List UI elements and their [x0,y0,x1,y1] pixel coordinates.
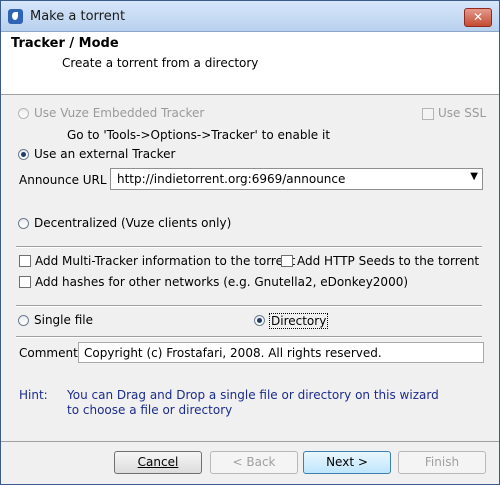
embedded-tracker-note: Go to 'Tools->Options->Tracker' to enabl… [67,128,331,142]
directory-radio[interactable] [254,315,265,326]
chevron-down-icon[interactable]: ▼ [470,171,478,182]
comment-value: Copyright (c) Frostafari, 2008. All righ… [84,346,382,360]
cancel-button[interactable]: Cancel [114,451,202,474]
vuze-app-icon [8,9,23,24]
single-file-radio[interactable] [18,315,29,326]
comment-input[interactable]: Copyright (c) Frostafari, 2008. All righ… [78,342,484,363]
hint-text-line2: to choose a file or directory [67,403,233,417]
make-torrent-window: Make a torrent ✕ Tracker / Mode Create a… [0,0,500,485]
decentralized-radio[interactable] [18,218,29,229]
use-ssl-checkbox[interactable] [422,108,434,120]
http-seeds-checkbox[interactable] [281,255,293,267]
page-title: Tracker / Mode [11,36,119,51]
comment-label: Comment [19,346,78,360]
announce-url-combobox[interactable]: http://indietorrent.org:6969/announce ▼ [110,168,483,190]
external-tracker-radio[interactable] [18,149,29,160]
announce-url-value: http://indietorrent.org:6969/announce [117,172,346,186]
embedded-tracker-label: Use Vuze Embedded Tracker [34,106,205,120]
use-ssl-label: Use SSL [438,106,487,120]
finish-button[interactable]: Finish [398,451,486,474]
page-subtitle: Create a torrent from a directory [62,56,259,70]
other-network-hashes-label: Add hashes for other networks (e.g. Gnut… [35,275,409,289]
wizard-header: Tracker / Mode Create a torrent from a d… [1,32,499,95]
http-seeds-label: Add HTTP Seeds to the torrent [297,254,480,268]
other-network-hashes-checkbox[interactable] [19,276,31,288]
single-file-label: Single file [34,313,93,327]
embedded-tracker-radio[interactable] [18,108,29,119]
separator [16,305,482,307]
back-button[interactable]: < Back [210,451,298,474]
cancel-button-label: Cancel [137,455,179,469]
multi-tracker-checkbox[interactable] [19,255,31,267]
separator [16,336,482,338]
hint-label: Hint: [19,388,48,402]
multi-tracker-label: Add Multi-Tracker information to the tor… [35,254,296,268]
announce-url-label: Announce URL : [19,173,115,187]
separator [16,246,482,248]
external-tracker-label: Use an external Tracker [34,147,176,161]
decentralized-label: Decentralized (Vuze clients only) [34,216,232,230]
next-button[interactable]: Next > [303,451,391,474]
title-bar[interactable]: Make a torrent ✕ [1,1,499,32]
footer-separator [1,441,499,442]
window-title: Make a torrent [30,9,126,24]
close-icon: ✕ [472,10,484,24]
close-button[interactable]: ✕ [464,8,492,27]
directory-label: Directory [269,313,329,329]
hint-text-line1: You can Drag and Drop a single file or d… [67,388,439,402]
